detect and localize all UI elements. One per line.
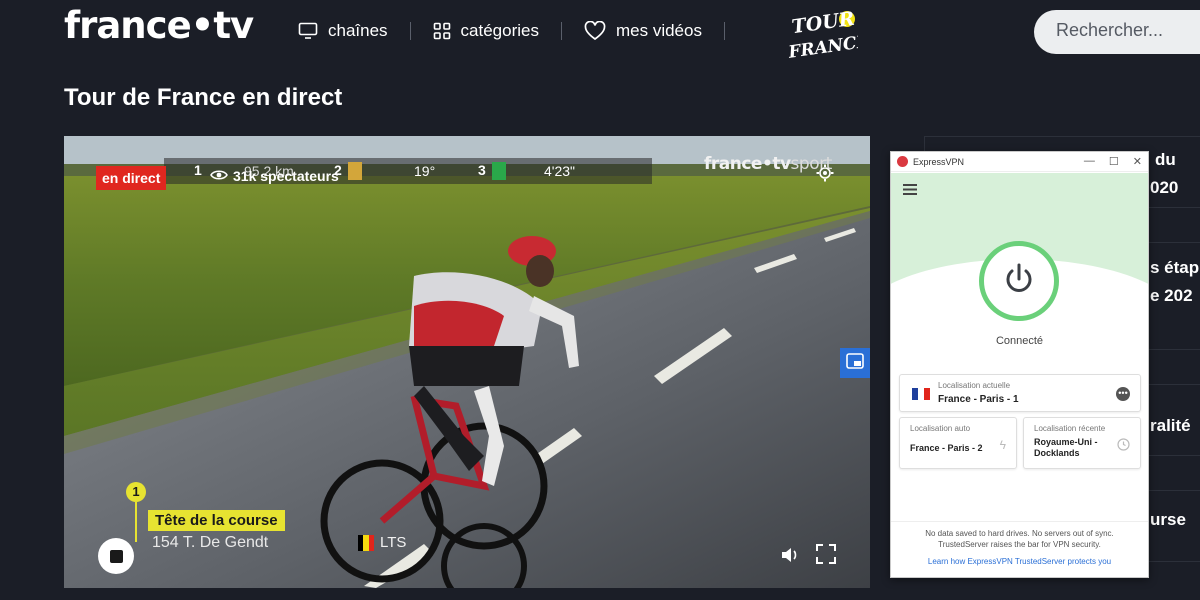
nav-item-chaines[interactable]: chaînes <box>298 21 388 41</box>
connection-status: Connecté <box>995 335 1044 347</box>
hamburger-menu-icon[interactable] <box>903 182 917 200</box>
brand-main: france•tv <box>704 154 791 174</box>
auto-location-card[interactable]: Localisation auto France - Paris - 2 ϟ <box>899 417 1017 469</box>
power-icon <box>1002 262 1036 301</box>
grid-icon <box>433 22 451 40</box>
sidebar-card-1-line1: du <box>1155 150 1176 169</box>
nav-divider <box>409 22 411 40</box>
tour-de-france-logo[interactable]: TOUR FRANCE <box>786 6 858 62</box>
position-badge: 1 <box>126 482 146 502</box>
sidebar-card-2-line2: e 202 <box>1150 286 1193 305</box>
gear-icon[interactable] <box>816 164 834 187</box>
green-jersey-icon <box>492 162 506 180</box>
recent-location-card[interactable]: Localisation récente Royaume-Uni - Dockl… <box>1023 417 1141 469</box>
tdf-logo-line1: TOUR <box>790 8 856 39</box>
sidebar-card-1-line2: 020 <box>1150 178 1179 197</box>
jersey1-number: 1 <box>194 162 202 178</box>
close-icon[interactable]: ✕ <box>1133 155 1142 168</box>
jersey3-number: 3 <box>478 162 486 178</box>
more-options-icon[interactable]: ••• <box>1116 387 1130 401</box>
auto-location-label: Localisation auto <box>910 424 971 433</box>
expressvpn-window[interactable]: ExpressVPN — ☐ ✕ Connecté Localisation a… <box>890 151 1149 578</box>
yellow-jersey-icon <box>348 162 362 180</box>
team-label: LTS <box>358 534 406 551</box>
nav-label-categories: catégories <box>460 21 539 40</box>
belgium-flag-icon <box>358 534 374 551</box>
live-badge: en direct <box>96 166 167 190</box>
trustedserver-link[interactable]: Learn how ExpressVPN TrustedServer prote… <box>891 557 1148 566</box>
nav-divider <box>560 22 562 40</box>
sidebar-card-3-line1: ralité <box>1150 416 1191 435</box>
eye-icon <box>210 168 228 184</box>
main-nav: chaînes catégories mes vidéos <box>298 16 747 46</box>
maximize-icon[interactable]: ☐ <box>1109 155 1119 168</box>
position-line <box>135 502 137 542</box>
current-location-label: Localisation actuelle <box>938 381 1011 390</box>
francetv-logo[interactable]: france•tv <box>64 4 254 47</box>
stop-icon <box>109 549 123 563</box>
nav-label-mes-videos: mes vidéos <box>615 21 702 40</box>
vpn-app-title: ExpressVPN <box>913 156 965 167</box>
heart-icon <box>584 21 606 41</box>
nav-item-categories[interactable]: catégories <box>433 21 539 41</box>
current-location-card[interactable]: Localisation actuelle France - Paris - 1… <box>899 374 1141 412</box>
recent-location-label: Localisation récente <box>1034 424 1106 433</box>
vpn-footer-line2: TrustedServer raises the bar for VPN sec… <box>938 540 1101 549</box>
power-button[interactable] <box>979 241 1059 321</box>
fullscreen-icon[interactable] <box>816 544 836 569</box>
lightning-icon: ϟ <box>999 438 1006 452</box>
search-input[interactable]: Rechercher... <box>1034 10 1200 54</box>
clock-icon <box>1117 438 1130 456</box>
pip-icon <box>846 352 864 374</box>
page-title: Tour de France en direct <box>64 84 343 111</box>
nav-item-mes-videos[interactable]: mes vidéos <box>584 21 702 41</box>
race-lead-tag: Tête de la course <box>148 510 285 531</box>
stop-button[interactable] <box>98 538 134 574</box>
volume-icon[interactable] <box>780 546 800 569</box>
francetv-sport-logo: france•tvsport <box>704 154 832 174</box>
france-flag-icon <box>912 388 930 400</box>
nav-divider <box>723 22 725 40</box>
expressvpn-logo-icon <box>897 156 908 167</box>
picture-in-picture-button[interactable] <box>840 348 870 378</box>
gradient-value: 19° <box>414 163 436 179</box>
team-code: LTS <box>380 534 407 551</box>
sidebar-card-4-line1: urse <box>1150 510 1186 529</box>
minimize-icon[interactable]: — <box>1084 155 1095 168</box>
gap-value: 4'23" <box>544 163 576 179</box>
viewer-count: 31k spectateurs <box>210 168 339 184</box>
rider-name: 154 T. De Gendt <box>152 534 269 551</box>
vpn-footer-line1: No data saved to hard drives. No servers… <box>925 529 1114 538</box>
video-player[interactable]: 1 95,2 km 2 19° 3 4'23" en direct 31k sp… <box>64 136 870 588</box>
nav-label-chaines: chaînes <box>328 21 388 40</box>
vpn-footer-text: No data saved to hard drives. No servers… <box>891 521 1148 550</box>
vpn-titlebar[interactable]: ExpressVPN — ☐ ✕ <box>891 152 1148 172</box>
sidebar-card-2-line1: s étap <box>1150 258 1200 277</box>
tv-icon <box>298 22 318 40</box>
current-location-value: France - Paris - 1 <box>938 394 1019 405</box>
viewer-count-label: 31k spectateurs <box>233 168 339 184</box>
